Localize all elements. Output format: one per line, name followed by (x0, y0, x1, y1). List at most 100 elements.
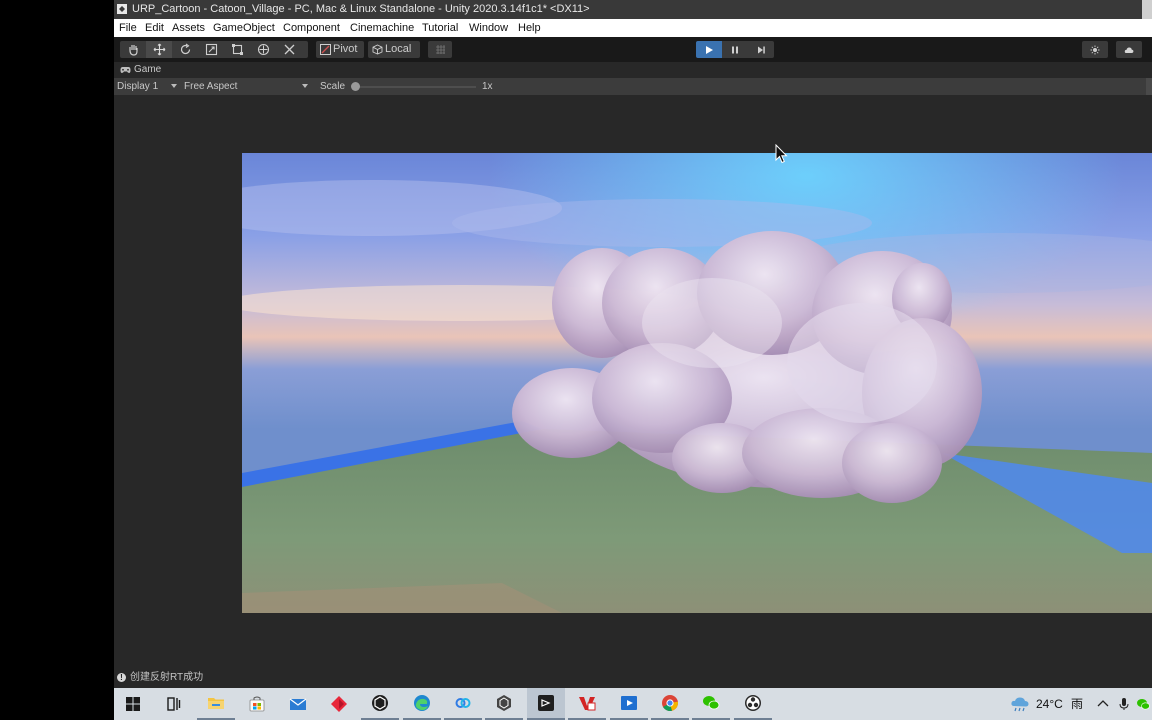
scale-icon (205, 43, 217, 56)
task-view-button[interactable] (154, 688, 192, 720)
menu-gameobject[interactable]: GameObject (213, 19, 275, 37)
taskbar-video[interactable] (610, 688, 648, 720)
transform-tool-button[interactable] (250, 41, 276, 58)
panel-tab-bar: Game (114, 62, 1152, 78)
game-render (242, 153, 1152, 613)
main-toolbar: Pivot Local (114, 37, 1152, 62)
play-button[interactable] (696, 41, 722, 58)
edge-icon (414, 695, 430, 711)
obs-icon (745, 695, 761, 711)
game-tab[interactable]: Game (120, 64, 161, 75)
mail-icon (289, 698, 307, 710)
step-button[interactable] (748, 41, 774, 58)
status-message[interactable]: 创建反射RT成功 (130, 668, 203, 688)
windows-start-icon (126, 697, 140, 711)
collab-button[interactable] (1082, 41, 1108, 58)
weather-temperature[interactable]: 24°C (1036, 688, 1063, 720)
taskbar-chrome[interactable] (651, 688, 689, 720)
taskbar-wechat[interactable] (692, 688, 730, 720)
taskbar-vpn[interactable] (568, 688, 606, 720)
wechat-icon (703, 696, 720, 710)
weather-rain-icon[interactable] (1010, 695, 1030, 713)
move-tool-button[interactable] (146, 41, 172, 58)
menu-component[interactable]: Component (283, 19, 340, 37)
unity-hub-icon (372, 695, 388, 711)
taskbar-netdisk[interactable] (444, 688, 482, 720)
pivot-icon (320, 44, 331, 55)
game-controller-icon (120, 66, 131, 73)
move-icon (153, 43, 165, 56)
video-app-icon (621, 696, 637, 710)
taskbar-visual-studio[interactable] (527, 688, 565, 720)
rotate-tool-button[interactable] (172, 41, 198, 58)
menu-assets[interactable]: Assets (172, 19, 205, 37)
scale-tool-button[interactable] (198, 41, 224, 58)
display-value: Display 1 (117, 81, 159, 92)
wechat-tray-icon[interactable] (1136, 697, 1150, 711)
menu-window[interactable]: Window (469, 19, 508, 37)
local-cube-icon (372, 44, 383, 55)
windows-taskbar: 24°C 雨 (114, 688, 1152, 720)
game-tab-label: Game (134, 64, 162, 75)
cloud-button[interactable] (1116, 41, 1142, 58)
maximize-on-play-toggle[interactable] (1146, 78, 1152, 95)
display-dropdown[interactable]: Display 1 (117, 78, 181, 95)
unity-icon (497, 695, 511, 711)
taskbar-obs[interactable] (734, 688, 772, 720)
chevron-up-icon[interactable] (1096, 697, 1110, 711)
chevron-down-icon (171, 84, 177, 88)
cloud-icon (1124, 47, 1134, 53)
file-explorer-icon (208, 698, 224, 709)
taskbar-edge[interactable] (403, 688, 441, 720)
menu-bar: File Edit Assets GameObject Component Ci… (114, 19, 1152, 37)
pivot-label: Pivot (333, 43, 358, 55)
window-close-button[interactable] (1142, 0, 1152, 19)
taskbar-mail[interactable] (279, 688, 317, 720)
pause-icon (732, 46, 738, 53)
custom-tool-button[interactable] (276, 41, 302, 58)
microphone-icon[interactable] (1117, 697, 1131, 711)
taskbar-store[interactable] (238, 688, 276, 720)
rotate-icon (180, 43, 190, 55)
snap-toggle-button[interactable] (428, 41, 452, 58)
visual-studio-icon (538, 695, 554, 711)
task-view-icon (167, 697, 181, 711)
window-title: URP_Cartoon - Catoon_Village - PC, Mac &… (132, 3, 590, 15)
vpn-app-icon (579, 697, 596, 711)
hand-tool-button[interactable] (120, 41, 146, 58)
weather-condition[interactable]: 雨 (1071, 688, 1083, 720)
game-viewport[interactable] (242, 153, 1152, 613)
start-button[interactable] (114, 688, 152, 720)
menu-file[interactable]: File (119, 19, 137, 37)
menu-help[interactable]: Help (518, 19, 541, 37)
menu-edit[interactable]: Edit (145, 19, 164, 37)
store-icon (249, 696, 265, 712)
chevron-down-icon (302, 84, 308, 88)
taskbar-unity[interactable] (485, 688, 523, 720)
baidu-netdisk-icon (455, 698, 471, 708)
chrome-icon (662, 695, 679, 711)
pivot-toggle-button[interactable]: Pivot (316, 41, 364, 58)
scale-slider-thumb[interactable] (351, 82, 360, 91)
play-icon (706, 45, 713, 54)
taskbar-unity-hub[interactable] (361, 688, 399, 720)
hand-icon (128, 45, 138, 56)
transform-icon (257, 43, 269, 56)
aspect-value: Free Aspect (184, 81, 238, 92)
taskbar-red-app[interactable] (320, 688, 358, 720)
rect-tool-button[interactable] (224, 41, 250, 58)
info-icon: ! (117, 673, 126, 682)
local-toggle-button[interactable]: Local (368, 41, 420, 58)
pause-button[interactable] (722, 41, 748, 58)
menu-cinemachine[interactable]: Cinemachine (350, 19, 414, 37)
menu-tutorial[interactable]: Tutorial (422, 19, 458, 37)
sun-icon (1090, 45, 1100, 54)
unity-logo-icon (117, 4, 127, 14)
local-label: Local (385, 43, 412, 55)
game-view-toolbar: Display 1 Free Aspect Scale 1x (114, 78, 1152, 95)
taskbar-file-explorer[interactable] (197, 688, 235, 720)
scale-slider-track[interactable] (358, 86, 476, 88)
step-icon (758, 46, 765, 53)
red-diamond-app-icon (331, 696, 347, 712)
aspect-dropdown[interactable]: Free Aspect (184, 78, 314, 95)
